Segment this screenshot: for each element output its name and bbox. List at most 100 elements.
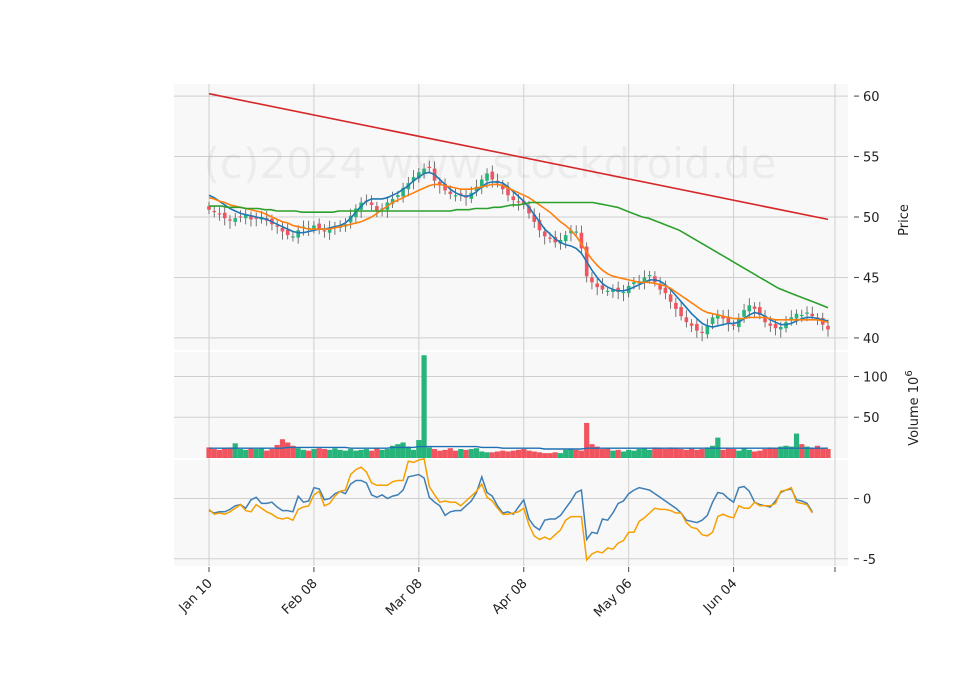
volume-bar: [683, 449, 689, 458]
volume-bar: [332, 448, 338, 458]
candle-up: [705, 325, 710, 335]
volume-bar: [762, 449, 768, 458]
volume-bar: [557, 453, 564, 458]
candle-down: [679, 307, 683, 317]
volume-bar: [416, 440, 422, 458]
volume-bar: [211, 449, 217, 458]
volume-bar: [678, 449, 684, 458]
candle-up: [453, 195, 458, 197]
volume-bar: [636, 449, 642, 458]
volume-bar: [725, 448, 731, 458]
candle-down: [369, 202, 374, 205]
volume-bar: [442, 449, 448, 458]
candle-up: [396, 195, 400, 198]
volume-bar: [668, 447, 674, 458]
candle-down: [590, 277, 594, 283]
volume-bar: [216, 449, 223, 458]
volume-bar: [237, 449, 244, 458]
oscillator-y-tick-label: 0: [863, 493, 871, 508]
candle-down: [731, 324, 736, 326]
volume-bar: [730, 449, 737, 458]
x-tick-label: Feb 08: [279, 576, 321, 618]
volume-bar: [342, 450, 348, 458]
volume-bar: [369, 450, 375, 458]
candle-down: [684, 317, 689, 323]
volume-bar: [452, 450, 459, 458]
volume-bar: [248, 448, 254, 458]
volume-bar: [589, 444, 595, 458]
volume-bar: [395, 444, 401, 458]
volume-bar: [410, 449, 417, 458]
candle-up: [805, 312, 809, 314]
oscillator-y-tick-label: -5: [863, 553, 876, 568]
volume-bar: [274, 444, 280, 458]
volume-bar: [316, 448, 322, 458]
candle-up: [742, 310, 746, 317]
volume-bar: [536, 452, 543, 458]
x-tick-label: Jun 04: [700, 576, 740, 616]
candle-up: [485, 173, 489, 181]
candle-down: [212, 210, 217, 213]
volume-bar: [531, 451, 537, 458]
candle-up: [647, 275, 652, 277]
volume-bar: [689, 448, 695, 458]
volume-bar: [258, 448, 265, 458]
volume-bar: [348, 449, 354, 458]
volume-bar: [363, 449, 369, 458]
volume-bar: [463, 449, 469, 458]
candle-up: [563, 235, 568, 242]
candle-up: [291, 236, 295, 238]
candle-down: [826, 325, 830, 330]
volume-y-tick-label: 100: [863, 370, 888, 385]
candle-down: [773, 324, 778, 329]
volume-bar: [615, 449, 621, 458]
volume-bar: [227, 447, 233, 458]
volume-bar: [421, 355, 427, 458]
x-tick-label: Mar 08: [383, 576, 426, 619]
price-y-tick-label: 40: [863, 332, 880, 347]
candle-up: [632, 282, 636, 285]
volume-bar: [479, 451, 485, 458]
candle-down: [674, 302, 678, 309]
candle-up: [747, 305, 752, 312]
x-tick-label: Jan 10: [176, 576, 216, 616]
volume-bar: [620, 451, 627, 458]
volume-bar: [720, 449, 726, 458]
volume-bar: [825, 449, 831, 458]
watermark-text: (c)2024 www.stockdroid.de: [204, 139, 777, 188]
volume-bar: [799, 444, 805, 458]
volume-bar: [631, 450, 637, 458]
candle-up: [778, 327, 783, 330]
volume-bar: [584, 422, 590, 458]
volume-bar: [793, 433, 800, 458]
volume-bar: [673, 448, 679, 458]
price-y-tick-label: 50: [863, 211, 880, 226]
volume-bar: [736, 450, 742, 458]
candle-down: [542, 231, 547, 237]
price-y-tick-label: 55: [863, 151, 880, 166]
volume-bar: [741, 448, 747, 458]
volume-bar: [379, 449, 385, 458]
candle-up: [605, 290, 610, 292]
candle-down: [317, 223, 321, 230]
candle-down: [768, 323, 773, 326]
candle-down: [810, 313, 815, 317]
chart-svg: (c)2024 www.stockdroid.de Jan 10 Feb 08 Ma…: [174, 84, 922, 620]
volume-bar: [657, 448, 663, 458]
volume-bar: [400, 442, 406, 458]
volume-bar: [311, 449, 317, 458]
volume-bar: [337, 449, 343, 458]
volume-bar: [494, 451, 501, 458]
price-y-tick-label: 45: [863, 271, 880, 286]
candle-down: [548, 237, 552, 239]
volume-bar: [751, 451, 758, 458]
volume-bar: [772, 448, 779, 458]
volume-bar: [458, 449, 464, 458]
candle-down: [217, 213, 222, 215]
volume-bar: [353, 450, 359, 458]
volume-bar: [641, 448, 647, 458]
volume-bar: [515, 449, 522, 458]
candle-down: [689, 323, 694, 326]
volume-bar: [526, 450, 532, 458]
volume-bar: [757, 450, 763, 458]
